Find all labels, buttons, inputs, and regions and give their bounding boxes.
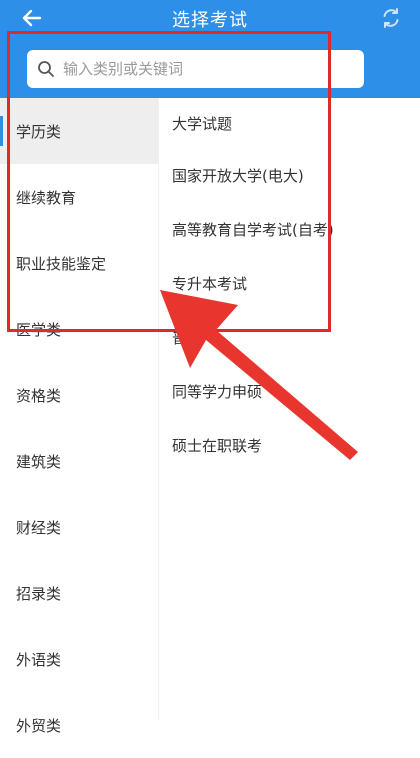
- refresh-icon: [383, 8, 399, 28]
- sidebar-item-xueli[interactable]: 学历类: [0, 98, 158, 164]
- sidebar-item-label: 继续教育: [16, 188, 77, 207]
- sidebar-item-label: 外贸类: [16, 716, 62, 735]
- sidebar-item-jianzhu[interactable]: 建筑类: [0, 428, 158, 494]
- list-item[interactable]: 硕士在职联考: [159, 418, 420, 472]
- sidebar-item-zhaolu[interactable]: 招录类: [0, 560, 158, 626]
- sidebar-item-yixue[interactable]: 医学类: [0, 296, 158, 362]
- sidebar-item-label: 招录类: [16, 584, 62, 603]
- search-bar-area: [0, 40, 420, 98]
- sidebar-item-zige[interactable]: 资格类: [0, 362, 158, 428]
- sidebar-item-label: 学历类: [16, 122, 62, 141]
- sidebar-item-label: 外语类: [16, 650, 62, 669]
- sidebar-item-label: 财经类: [16, 518, 62, 537]
- list-item[interactable]: 专升本考试: [159, 256, 420, 310]
- search-box[interactable]: [27, 50, 364, 88]
- sidebar-item-waiyu[interactable]: 外语类: [0, 626, 158, 692]
- category-sidebar: 学历类 继续教育 职业技能鉴定 医学类 资格类 建筑类 财经类 招录类 外语类 …: [0, 98, 158, 735]
- sidebar-item-waimao[interactable]: 外贸类: [0, 692, 158, 758]
- list-item[interactable]: 国家开放大学(电大): [159, 148, 420, 202]
- sidebar-item-label: 建筑类: [16, 452, 62, 471]
- list-item[interactable]: 普通: [159, 310, 420, 364]
- search-input[interactable]: [61, 59, 345, 79]
- sidebar-item-label: 医学类: [16, 320, 62, 339]
- exam-list: 大学试题 国家开放大学(电大) 高等教育自学考试(自考) 专升本考试 普通 同等…: [158, 98, 420, 720]
- sidebar-item-zhiye-jineng[interactable]: 职业技能鉴定: [0, 230, 158, 296]
- top-bar: 选择考试: [0, 0, 420, 40]
- search-icon: [38, 61, 54, 77]
- page-title: 选择考试: [172, 10, 248, 31]
- list-item[interactable]: 大学试题: [159, 98, 420, 148]
- refresh-button[interactable]: [378, 5, 404, 31]
- sidebar-item-label: 职业技能鉴定: [16, 254, 107, 273]
- sidebar-item-jixu-jiaoyu[interactable]: 继续教育: [0, 164, 158, 230]
- list-item[interactable]: 高等教育自学考试(自考): [159, 202, 420, 256]
- list-item[interactable]: 同等学力申硕: [159, 364, 420, 418]
- sidebar-item-caijing[interactable]: 财经类: [0, 494, 158, 560]
- sidebar-item-label: 资格类: [16, 386, 62, 405]
